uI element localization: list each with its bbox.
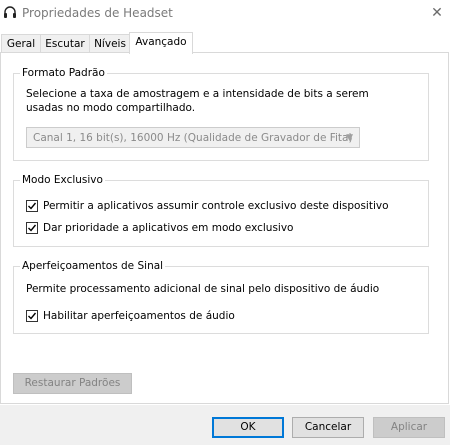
default-format-group: Formato Padrão Selecione a taxa de amost… bbox=[13, 67, 429, 161]
window-title: Propriedades de Headset bbox=[22, 6, 173, 20]
checkmark-icon bbox=[28, 224, 37, 232]
headset-icon bbox=[3, 6, 17, 20]
exclusive-priority-checkbox[interactable] bbox=[26, 222, 38, 234]
default-format-description-line1: Selecione a taxa de amostragem e a inten… bbox=[26, 88, 369, 100]
signal-enhancements-group: Aperfeiçoamentos de Sinal Permite proces… bbox=[13, 260, 429, 334]
checkmark-icon bbox=[28, 312, 37, 320]
chevron-down-icon: ▼ bbox=[346, 133, 353, 143]
signal-enhancements-legend: Aperfeiçoamentos de Sinal bbox=[20, 260, 166, 273]
tab-avancado[interactable]: Avançado bbox=[129, 32, 193, 54]
exclusive-priority-label[interactable]: Dar prioridade a aplicativos em modo exc… bbox=[43, 221, 293, 236]
ok-button[interactable]: OK bbox=[212, 417, 284, 438]
allow-exclusive-control-label[interactable]: Permitir a aplicativos assumir controle … bbox=[43, 199, 389, 214]
default-format-legend: Formato Padrão bbox=[20, 67, 107, 80]
close-icon[interactable]: ✕ bbox=[426, 3, 448, 23]
exclusive-mode-legend: Modo Exclusivo bbox=[20, 174, 105, 187]
tab-niveis[interactable]: Níveis bbox=[89, 34, 131, 53]
exclusive-mode-group: Modo Exclusivo Permitir a aplicativos as… bbox=[13, 174, 429, 247]
enable-audio-enhancements-label[interactable]: Habilitar aperfeiçoamentos de áudio bbox=[43, 309, 235, 324]
tab-escutar[interactable]: Escutar bbox=[40, 34, 90, 53]
apply-button[interactable]: Aplicar bbox=[373, 417, 445, 438]
allow-exclusive-control-checkbox[interactable] bbox=[26, 200, 38, 212]
default-format-description-line2: usadas no modo compartilhado. bbox=[26, 102, 196, 114]
restore-defaults-button[interactable]: Restaurar Padrões bbox=[13, 373, 132, 394]
signal-enhancements-description: Permite processamento adicional de sinal… bbox=[26, 283, 380, 295]
enable-audio-enhancements-checkbox[interactable] bbox=[26, 310, 38, 322]
title-bar: Propriedades de Headset ✕ bbox=[0, 0, 450, 28]
tab-content-panel: Formato Padrão Selecione a taxa de amost… bbox=[0, 52, 449, 404]
dialog-footer: OK Cancelar Aplicar bbox=[0, 405, 450, 445]
cancel-button[interactable]: Cancelar bbox=[292, 417, 364, 438]
checkmark-icon bbox=[28, 202, 37, 210]
default-format-select[interactable]: Canal 1, 16 bit(s), 16000 Hz (Qualidade … bbox=[26, 127, 360, 148]
tab-strip: Geral Escutar Níveis Avançado bbox=[0, 32, 450, 54]
default-format-select-value: Canal 1, 16 bit(s), 16000 Hz (Qualidade … bbox=[33, 132, 353, 144]
tab-geral[interactable]: Geral bbox=[1, 34, 41, 53]
